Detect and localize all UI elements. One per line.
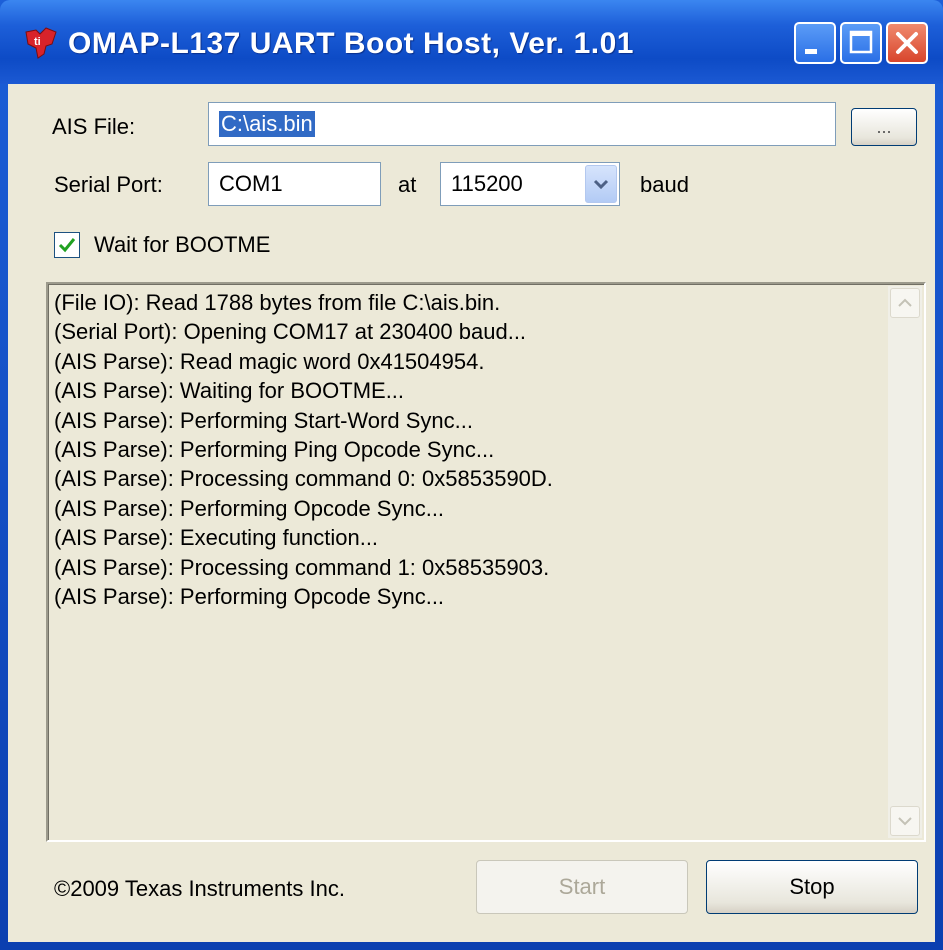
start-button-label: Start bbox=[558, 874, 606, 899]
log-line: (AIS Parse): Performing Opcode Sync... bbox=[54, 584, 445, 610]
log-lines: (File IO): Read 1788 bytes from file C:\… bbox=[54, 288, 874, 611]
copyright-text: ©2009 Texas Instruments Inc. bbox=[54, 876, 345, 901]
checkmark-icon bbox=[58, 238, 76, 253]
app-window: ti OMAP-L137 UART Boot Host, Ver. 1.01 A… bbox=[0, 0, 943, 950]
log-line: (AIS Parse): Processing command 1: 0x585… bbox=[54, 554, 550, 580]
browse-button[interactable]: ... bbox=[851, 108, 917, 146]
scroll-down-button[interactable] bbox=[890, 806, 920, 836]
wait-bootme-checkbox[interactable] bbox=[54, 232, 80, 258]
serial-port-input[interactable]: COM1 bbox=[208, 162, 381, 206]
start-button[interactable]: Start bbox=[476, 860, 688, 914]
maximize-button[interactable] bbox=[840, 22, 882, 64]
stop-button-label: Stop bbox=[789, 874, 835, 899]
ais-file-label: AIS File: bbox=[52, 114, 136, 139]
log-line: (AIS Parse): Performing Opcode Sync... bbox=[54, 495, 445, 521]
title-bar[interactable]: ti OMAP-L137 UART Boot Host, Ver. 1.01 bbox=[0, 0, 943, 84]
baud-rate-value: 115200 bbox=[451, 171, 523, 196]
ais-file-input[interactable]: C:\ais.bin bbox=[208, 102, 836, 146]
log-line: (File IO): Read 1788 bytes from file C:\… bbox=[54, 290, 501, 315]
close-button[interactable] bbox=[886, 22, 928, 64]
browse-button-label: ... bbox=[876, 116, 892, 137]
log-line: (Serial Port): Opening COM17 at 230400 b… bbox=[54, 319, 527, 345]
log-line: (AIS Parse): Read magic word 0x41504954. bbox=[54, 348, 485, 374]
log-line: (AIS Parse): Performing Start-Word Sync.… bbox=[54, 407, 473, 433]
maximize-icon bbox=[849, 30, 873, 54]
chevron-down-icon bbox=[593, 179, 609, 190]
serial-port-label: Serial Port: bbox=[54, 172, 163, 197]
baud-rate-select[interactable]: 115200 bbox=[440, 162, 620, 206]
at-label: at bbox=[398, 172, 417, 197]
window-title: OMAP-L137 UART Boot Host, Ver. 1.01 bbox=[68, 27, 634, 60]
ti-logo-icon: ti bbox=[25, 27, 57, 59]
wait-bootme-label[interactable]: Wait for BOOTME bbox=[94, 232, 270, 258]
minimize-icon bbox=[805, 49, 817, 54]
chevron-up-icon bbox=[898, 298, 912, 307]
dropdown-arrow-button[interactable] bbox=[585, 165, 617, 203]
log-output[interactable]: (File IO): Read 1788 bytes from file C:\… bbox=[46, 282, 926, 842]
chevron-down-icon bbox=[898, 817, 912, 826]
log-scrollbar[interactable] bbox=[888, 286, 922, 838]
stop-button[interactable]: Stop bbox=[706, 860, 918, 914]
log-line: (AIS Parse): Processing command 0: 0x585… bbox=[54, 466, 553, 492]
ais-file-value: C:\ais.bin bbox=[219, 111, 315, 137]
svg-text:ti: ti bbox=[34, 36, 41, 48]
client-area: AIS File: C:\ais.bin ... Serial Port: CO… bbox=[8, 84, 935, 942]
close-icon bbox=[896, 32, 918, 54]
serial-port-value: COM1 bbox=[219, 171, 283, 196]
minimize-button[interactable] bbox=[794, 22, 836, 64]
baud-label: baud bbox=[640, 172, 689, 197]
scroll-up-button[interactable] bbox=[890, 288, 920, 318]
log-line: (AIS Parse): Executing function... bbox=[54, 525, 379, 551]
log-line: (AIS Parse): Performing Ping Opcode Sync… bbox=[54, 437, 495, 463]
log-line: (AIS Parse): Waiting for BOOTME... bbox=[54, 378, 405, 404]
